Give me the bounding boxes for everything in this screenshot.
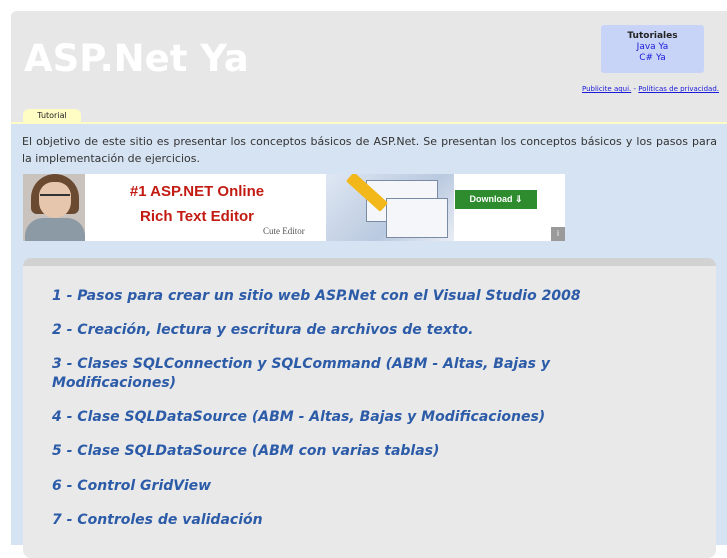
topic-link-1[interactable]: 1 - Pasos para crear un sitio web ASP.Ne…	[52, 287, 612, 306]
banner-screenshot	[326, 174, 454, 241]
banner-headline: #1 ASP.NET Online Rich Text Editor	[107, 179, 287, 229]
ad-info-icon[interactable]: i	[551, 227, 565, 241]
tab-underline	[11, 122, 727, 124]
site-title: ASP.Net Ya	[24, 37, 249, 80]
topic-link-5[interactable]: 5 - Clase SQLDataSource (ABM con varias …	[52, 442, 612, 461]
header: ASP.Net Ya Tutoriales Java Ya C# Ya Publ…	[11, 11, 727, 124]
advertise-link[interactable]: Publicite aqui.	[582, 85, 631, 93]
privacy-link[interactable]: Políticas de privacidad.	[638, 85, 719, 93]
java-ya-link[interactable]: Java Ya	[601, 42, 704, 53]
tutorials-box: Tutoriales Java Ya C# Ya	[601, 25, 704, 73]
download-button[interactable]: Download ⇓	[455, 190, 537, 209]
top-links: Publicite aqui. - Políticas de privacida…	[582, 85, 719, 93]
banner-photo	[23, 174, 85, 241]
banner-headline-line-1: #1 ASP.NET Online	[129, 183, 265, 200]
topic-link-2[interactable]: 2 - Creación, lectura y escritura de arc…	[52, 321, 612, 340]
link-separator: -	[633, 85, 637, 93]
intro-text: El objetivo de este sitio es presentar l…	[22, 135, 717, 165]
banner-brand: Cute Editor	[263, 226, 305, 236]
ad-banner[interactable]: #1 ASP.NET Online Rich Text Editor Cute …	[23, 174, 565, 241]
tab-tutorial[interactable]: Tutorial	[23, 109, 81, 123]
topic-link-4[interactable]: 4 - Clase SQLDataSource (ABM - Altas, Ba…	[52, 408, 612, 427]
tutorials-title: Tutoriales	[627, 31, 678, 41]
csharp-ya-link[interactable]: C# Ya	[601, 53, 704, 64]
topics-panel: 1 - Pasos para crear un sitio web ASP.Ne…	[23, 258, 716, 558]
topic-link-6[interactable]: 6 - Control GridView	[52, 477, 612, 496]
topic-link-7[interactable]: 7 - Controles de validación	[52, 511, 612, 530]
banner-headline-line-2: Rich Text Editor	[140, 208, 254, 225]
topic-link-3[interactable]: 3 - Clases SQLConnection y SQLCommand (A…	[52, 355, 612, 393]
